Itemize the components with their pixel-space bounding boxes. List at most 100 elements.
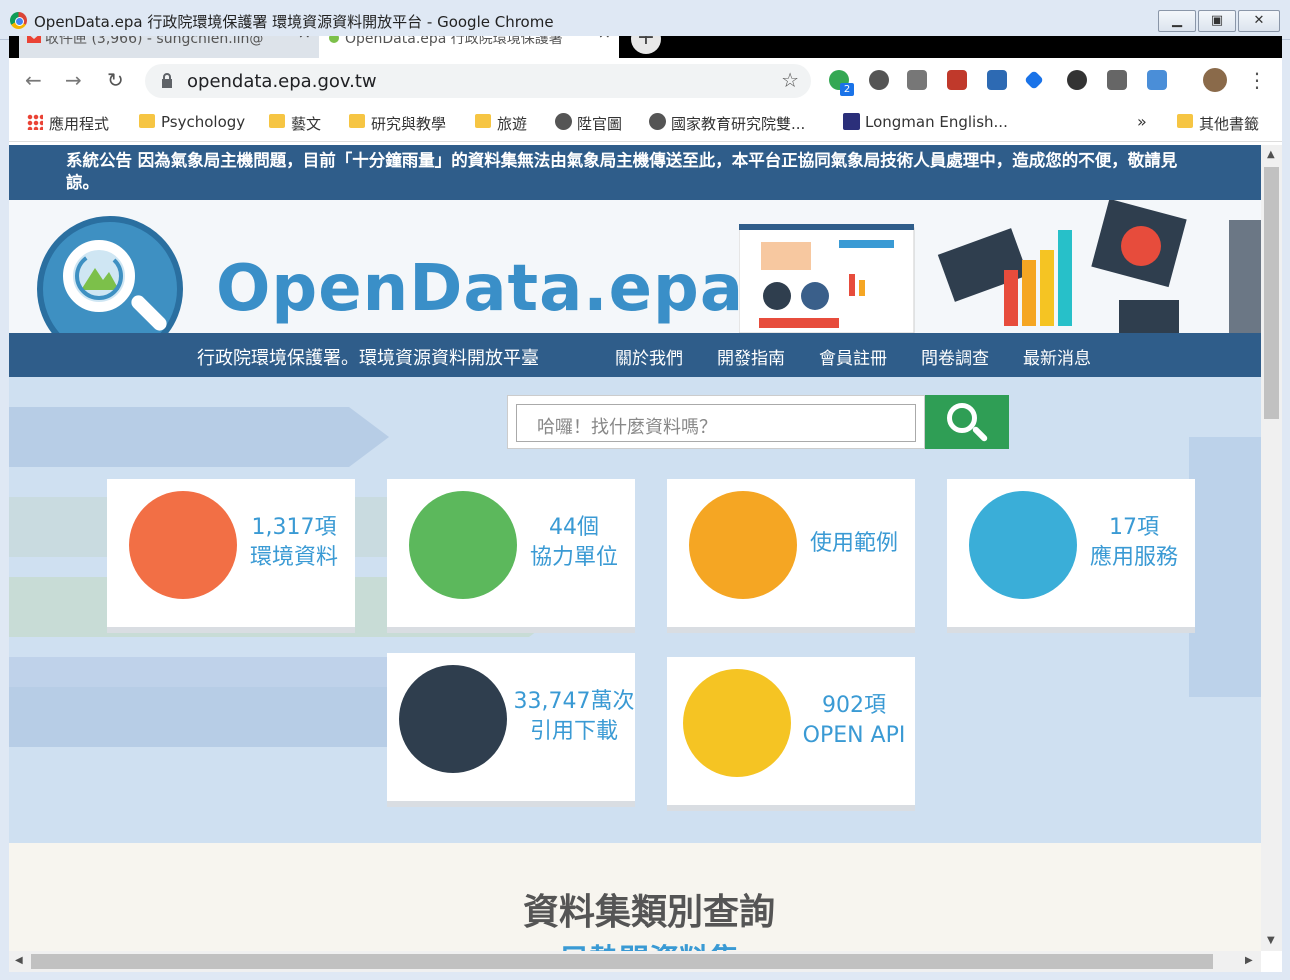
site-name-link[interactable]: 行政院環境保護署。環境資源資料開放平臺: [197, 344, 539, 370]
browser-toolbar: ← → ↻ opendata.epa.gov.tw ☆ 2 ⋮: [9, 58, 1282, 104]
bookmark-other[interactable]: 其他書籤: [1177, 113, 1259, 134]
folder-icon: [475, 114, 491, 128]
lock-icon: [162, 73, 172, 88]
folder-icon: [269, 114, 285, 128]
magnifier-icon: [63, 240, 135, 312]
apps-grid-icon: [27, 114, 43, 130]
stop-icon[interactable]: [1067, 70, 1087, 90]
search-icon-handle: [971, 425, 989, 443]
search-box: 哈囉！找什麼資料嗎？: [507, 395, 1009, 451]
report-document-icon: [689, 491, 797, 599]
category-title: 資料集類別查詢: [522, 892, 775, 933]
card-text: 17項 應用服務: [1089, 515, 1178, 570]
category-subtitle: 只熱門資料集: [9, 935, 1261, 951]
nav-register[interactable]: 會員註冊: [819, 344, 887, 369]
longman-icon: [843, 113, 860, 130]
extension-globe-icon[interactable]: [869, 70, 889, 90]
card-environment-data[interactable]: 1,317項 環境資料: [107, 479, 355, 627]
tab-label: 收件匣 (3,966) - sungchien.lin@: [45, 36, 264, 47]
download-window-icon: [399, 665, 507, 773]
card-examples[interactable]: 使用範例: [667, 479, 915, 627]
scanner-icon[interactable]: [987, 70, 1007, 90]
nav-survey[interactable]: 問卷調查: [921, 344, 989, 369]
window-title: OpenData.epa 行政院環境保護署 環境資源資料開放平台 - Googl…: [34, 13, 554, 31]
scroll-down-icon[interactable]: ▼: [1267, 935, 1275, 946]
nav-dev-guide[interactable]: 開發指南: [717, 344, 785, 369]
bookmark-art[interactable]: 藝文: [269, 113, 321, 134]
card-text: 44個 協力單位: [529, 515, 618, 570]
window-titlebar: OpenData.epa 行政院環境保護署 環境資源資料開放平台 - Googl…: [0, 0, 1290, 40]
search-input[interactable]: 哈囉！找什麼資料嗎？: [516, 404, 916, 442]
scroll-up-icon[interactable]: ▲: [1267, 149, 1275, 160]
chrome-logo-icon: [10, 12, 27, 29]
tab-strip: 收件匣 (3,966) - sungchien.lin@ × OpenData.…: [9, 36, 1282, 58]
banner-illustration: [739, 200, 1261, 333]
site-banner: OpenData.epa: [9, 200, 1261, 333]
folder-icon: [349, 114, 365, 128]
card-open-api[interactable]: 902項 OPEN API: [667, 657, 915, 805]
bookmark-psychology[interactable]: Psychology: [139, 113, 245, 131]
extension-badge: 2: [840, 83, 854, 96]
bookmark-longman[interactable]: Longman English...: [843, 113, 1008, 131]
address-bar[interactable]: opendata.epa.gov.tw ☆: [145, 64, 811, 98]
card-partners[interactable]: 44個 協力單位: [387, 479, 635, 627]
main-nav: 行政院環境保護署。環境資源資料開放平臺 關於我們 開發指南 會員註冊 問卷調查 …: [9, 333, 1261, 377]
extension-diamond-icon[interactable]: [1024, 70, 1044, 90]
hero-section: 哈囉！找什麼資料嗎？ 1,317項 環境資料 44個 協力單位 使用範例 17項 應用…: [9, 377, 1261, 843]
maximize-button[interactable]: ▣: [1198, 10, 1236, 32]
bookmark-travel[interactable]: 旅遊: [475, 113, 527, 134]
bookmark-apps[interactable]: 應用程式: [27, 113, 109, 134]
magnifier-handle: [128, 292, 170, 333]
avatar[interactable]: [1203, 68, 1227, 92]
camera-icon[interactable]: [907, 70, 927, 90]
pdf-icon[interactable]: [947, 70, 967, 90]
card-downloads[interactable]: 33,747萬次 引用下載: [387, 653, 635, 801]
folder-icon: [139, 114, 155, 128]
vertical-scroll-thumb[interactable]: [1264, 167, 1279, 419]
gmail-icon: [27, 36, 41, 43]
folder-icon: [1177, 114, 1193, 128]
new-tab-button[interactable]: +: [631, 36, 661, 54]
card-text: 33,747萬次 引用下載: [513, 689, 635, 744]
close-window-button[interactable]: ✕: [1238, 10, 1280, 32]
window-frame-bottom: [0, 972, 1290, 980]
minimize-button[interactable]: ▁: [1158, 10, 1196, 32]
card-app-services[interactable]: 17項 應用服務: [947, 479, 1195, 627]
horizontal-scrollbar[interactable]: ◀ ▶: [9, 951, 1261, 972]
tab-opendata[interactable]: OpenData.epa 行政院環境保護署 ×: [319, 36, 619, 58]
site-favicon-icon: [329, 36, 339, 43]
window-frame-left: [0, 40, 9, 980]
scroll-right-icon[interactable]: ▶: [1245, 955, 1253, 966]
mountain-icon: [75, 252, 123, 300]
globe-icon: [555, 113, 572, 130]
back-button[interactable]: ←: [25, 68, 42, 92]
search-input-frame: 哈囉！找什麼資料嗎？: [507, 395, 925, 449]
vertical-scrollbar[interactable]: ▲ ▼: [1261, 145, 1282, 951]
translate-icon[interactable]: [1147, 70, 1167, 90]
bookmark-star-icon[interactable]: ☆: [781, 68, 799, 92]
bookmark-research[interactable]: 研究與教學: [349, 113, 446, 134]
site-logo[interactable]: [37, 216, 183, 333]
reload-button[interactable]: ↻: [107, 68, 124, 92]
bookmarks-overflow-button[interactable]: »: [1137, 112, 1147, 131]
line-icon[interactable]: [1107, 70, 1127, 90]
bookmark-promotion-map[interactable]: 陞官圖: [555, 113, 622, 134]
bookmarks-bar: 應用程式 Psychology 藝文 研究與教學 旅遊 陞官圖 國家教育研究院雙…: [9, 104, 1282, 142]
bookmark-naer[interactable]: 國家教育研究院雙...: [649, 113, 805, 134]
horizontal-scroll-thumb[interactable]: [31, 954, 1213, 969]
search-button[interactable]: [925, 395, 1009, 449]
globe-icon: [649, 113, 666, 130]
system-announcement: 系統公告 因為氣象局主機問題，目前「十分鐘雨量」的資料集無法由氣象局主機傳送至此…: [9, 145, 1261, 200]
forward-button[interactable]: →: [65, 68, 82, 92]
nav-about[interactable]: 關於我們: [615, 344, 683, 369]
chart-board-icon: [129, 491, 237, 599]
window-frame-right: [1282, 40, 1290, 980]
url-text: opendata.epa.gov.tw: [187, 71, 377, 92]
category-section: 資料集類別查詢 只熱門資料集: [9, 843, 1261, 951]
tab-label: OpenData.epa 行政院環境保護署: [345, 36, 563, 47]
nav-news[interactable]: 最新消息: [1023, 344, 1091, 369]
smartphone-apps-icon: [969, 491, 1077, 599]
tab-gmail[interactable]: 收件匣 (3,966) - sungchien.lin@ ×: [19, 36, 319, 58]
browser-menu-icon[interactable]: ⋮: [1247, 68, 1267, 92]
scroll-left-icon[interactable]: ◀: [15, 955, 23, 966]
